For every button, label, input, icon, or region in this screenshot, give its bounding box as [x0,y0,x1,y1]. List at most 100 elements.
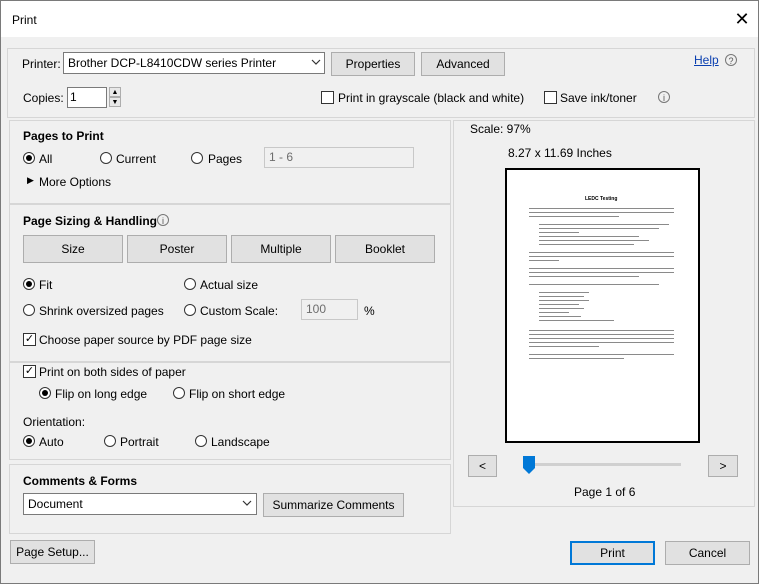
comments-select[interactable]: Document [23,493,257,515]
page-sizing-title: Page Sizing & Handling [23,214,158,228]
page-size-readout: 8.27 x 11.69 Inches [508,146,612,160]
previous-page-label: < [478,459,486,473]
preview-text-line [539,232,579,233]
preview-text-line [529,334,674,335]
pages-range-input[interactable]: 1 - 6 [264,147,414,168]
all-pages-label: All [39,152,53,166]
previous-page-button[interactable]: < [468,455,497,477]
preview-text-line [529,212,674,213]
preview-text-line [529,342,674,343]
poster-tab[interactable]: Poster [127,235,227,263]
copies-label: Copies: [23,91,64,105]
long-edge-radio[interactable] [39,387,51,399]
close-icon[interactable]: ✕ [731,8,753,30]
size-tab[interactable]: Size [23,235,123,263]
all-pages-radio[interactable] [23,152,35,164]
preview-text-line [539,240,649,241]
preview-text-line [539,312,569,313]
size-tab-label: Size [61,242,85,256]
preview-text-line [529,330,674,331]
preview-text-line [539,244,634,245]
comments-chevron-down-icon [239,498,255,509]
preview-text-line [529,354,674,355]
cancel-button[interactable]: Cancel [665,541,750,565]
orientation-portrait-radio[interactable] [104,435,116,447]
help-question-icon[interactable]: ? [725,54,737,66]
preview-text-line [529,284,659,285]
orientation-landscape-radio[interactable] [195,435,207,447]
page-slider-track[interactable] [526,463,681,466]
more-options-link[interactable]: More Options [39,175,111,189]
short-edge-radio[interactable] [173,387,185,399]
orientation-portrait-label: Portrait [120,435,159,449]
page-preview: LEDC Testing [505,168,700,443]
current-page-radio[interactable] [100,152,112,164]
copies-value: 1 [70,90,77,104]
both-sides-label: Print on both sides of paper [39,365,186,379]
copies-down-icon[interactable]: ▼ [109,97,121,107]
preview-text-line [539,224,669,225]
both-sides-checkbox[interactable]: ✓ [23,365,36,378]
expand-arrow-icon[interactable]: ▶ [27,175,34,186]
page-slider-thumb[interactable] [523,456,535,474]
preview-text-line [539,308,584,309]
preview-text-line [539,300,589,301]
paper-source-checkbox[interactable]: ✓ [23,333,36,346]
preview-text-line [529,272,674,273]
print-dialog: Print ✕ Printer: Brother DCP-L8410CDW se… [0,0,759,584]
preview-text-line [539,292,589,293]
orientation-auto-radio[interactable] [23,435,35,447]
comments-selected-value: Document [28,497,83,511]
page-setup-label: Page Setup... [16,545,89,559]
preview-text-line [529,346,599,347]
booklet-tab[interactable]: Booklet [335,235,435,263]
advanced-button[interactable]: Advanced [421,52,505,76]
comments-title: Comments & Forms [23,474,138,488]
info-icon[interactable]: i [658,91,670,103]
shrink-radio[interactable] [23,304,35,316]
fit-radio[interactable] [23,278,35,290]
grayscale-checkbox[interactable] [321,91,334,104]
custom-scale-radio[interactable] [184,304,196,316]
page-indicator: Page 1 of 6 [574,485,636,499]
copies-up-icon[interactable]: ▲ [109,87,121,97]
pages-range-label: Pages [208,152,243,166]
preview-text-line [529,358,624,359]
grayscale-label: Print in grayscale (black and white) [338,91,525,105]
custom-scale-label: Custom Scale: [200,304,279,318]
pages-range-value: 1 - 6 [269,150,294,164]
preview-text-line [529,252,674,253]
next-page-label: > [719,459,727,473]
preview-text-line [529,216,619,217]
printer-label: Printer: [22,57,61,71]
help-link[interactable]: Help [694,53,719,67]
actual-size-radio[interactable] [184,278,196,290]
multiple-tab[interactable]: Multiple [231,235,331,263]
preview-text-line [529,276,639,277]
printer-select[interactable]: Brother DCP-L8410CDW series Printer [63,52,325,74]
sizing-info-icon[interactable]: i [157,214,169,226]
save-ink-checkbox[interactable] [544,91,557,104]
current-page-label: Current [116,152,157,166]
booklet-tab-label: Booklet [364,242,406,256]
printer-selected-value: Brother DCP-L8410CDW series Printer [68,56,277,70]
shrink-label: Shrink oversized pages [39,304,164,318]
copies-input[interactable]: 1 [67,87,107,108]
orientation-auto-label: Auto [39,435,64,449]
custom-scale-input[interactable]: 100 [301,299,358,320]
fit-label: Fit [39,278,53,292]
preview-doc-title: LEDC Testing [585,196,618,202]
preview-text-line [539,316,581,317]
pages-range-radio[interactable] [191,152,203,164]
summarize-comments-label: Summarize Comments [272,498,395,512]
preview-text-line [529,208,674,209]
print-button[interactable]: Print [570,541,655,565]
page-setup-button[interactable]: Page Setup... [10,540,95,564]
preview-text-line [529,256,674,257]
properties-button[interactable]: Properties [331,52,415,76]
next-page-button[interactable]: > [708,455,738,477]
summarize-comments-button[interactable]: Summarize Comments [263,493,404,517]
preview-text-line [539,228,659,229]
short-edge-label: Flip on short edge [189,387,286,401]
multiple-tab-label: Multiple [260,242,302,256]
